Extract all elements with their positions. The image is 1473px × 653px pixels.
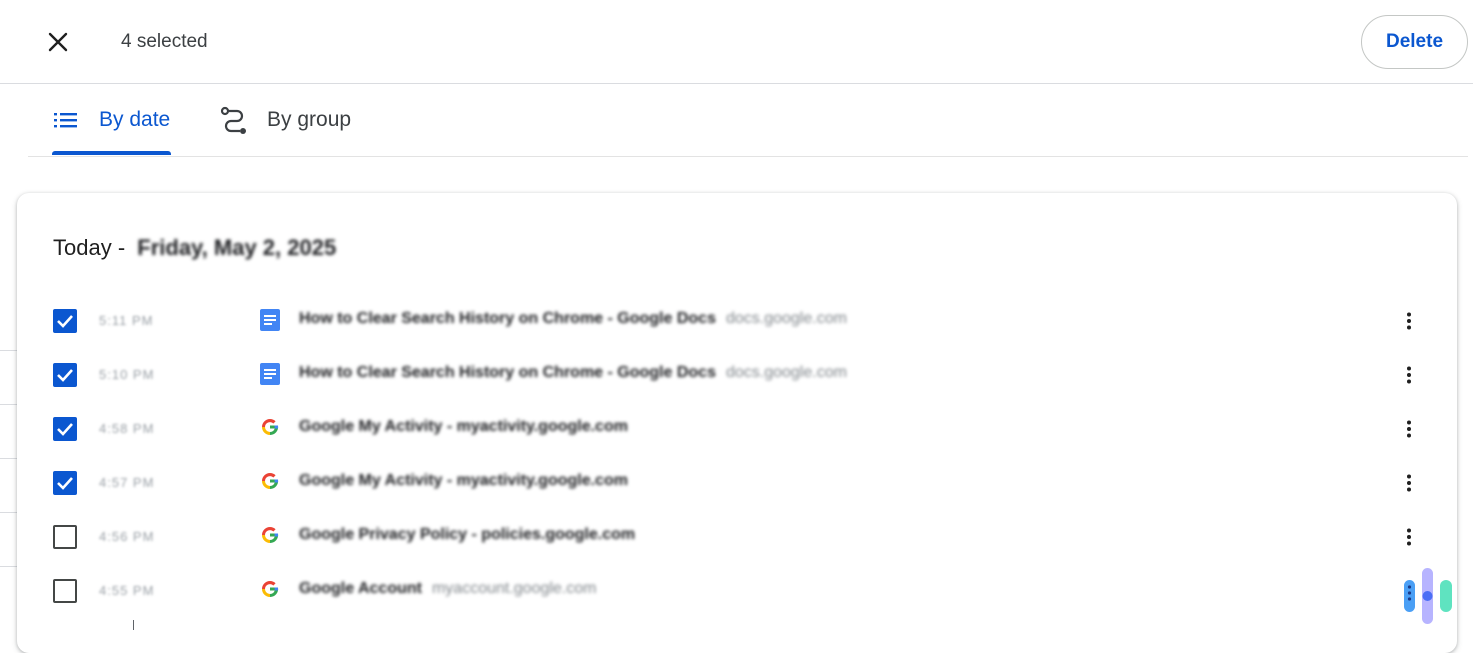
- history-row[interactable]: 4:57 PM Google My Activity - myactivity.g…: [17, 456, 1457, 510]
- row-checkbox[interactable]: [53, 309, 77, 333]
- history-entry-link[interactable]: Google Privacy Policy - policies.google.…: [299, 526, 645, 544]
- more-actions-button[interactable]: [1397, 415, 1421, 443]
- close-icon: [48, 32, 68, 52]
- entry-title: Google Privacy Policy - policies.google.…: [299, 526, 636, 543]
- more-vert-icon: [1407, 312, 1411, 330]
- list-icon: [52, 106, 80, 134]
- entry-title: Google My Activity - myactivity.google.c…: [299, 418, 628, 435]
- history-entry-link[interactable]: Google My Activity - myactivity.google.c…: [299, 472, 638, 490]
- tab-by-date-label: By date: [99, 108, 171, 131]
- day-heading-prefix: Today -: [53, 235, 132, 260]
- close-selection-button[interactable]: [38, 22, 78, 62]
- row-checkbox[interactable]: [53, 471, 77, 495]
- entry-title: Google My Activity - myactivity.google.c…: [299, 472, 628, 489]
- journeys-icon: [220, 106, 248, 134]
- tab-by-group-label: By group: [267, 108, 352, 131]
- visit-time: 4:57 PM: [99, 475, 155, 490]
- more-actions-button[interactable]: [1397, 523, 1421, 551]
- more-actions-button[interactable]: [1397, 361, 1421, 389]
- more-vert-icon: [1407, 366, 1411, 384]
- google-icon: [260, 471, 280, 493]
- visit-time: 4:55 PM: [99, 583, 155, 598]
- history-row[interactable]: 4:56 PM Google Privacy Policy - policies.…: [17, 510, 1457, 564]
- more-vert-icon: [1407, 528, 1411, 546]
- google-icon: [260, 525, 280, 547]
- entry-title: How to Clear Search History on Chrome - …: [299, 310, 716, 327]
- watermark-logo: [1404, 568, 1452, 624]
- entry-title: Google Account: [299, 580, 422, 597]
- selected-count: 4 selected: [121, 31, 208, 52]
- view-tabs: By date By group: [28, 84, 1468, 157]
- visit-time: 4:56 PM: [99, 529, 155, 544]
- tab-by-group[interactable]: By group: [220, 84, 351, 156]
- history-entry-link[interactable]: How to Clear Search History on Chrome - …: [299, 310, 847, 328]
- day-heading-date: Friday, May 2, 2025: [137, 235, 337, 260]
- entry-domain: myaccount.google.com: [431, 580, 597, 597]
- entry-domain: docs.google.com: [725, 364, 847, 381]
- entry-domain: docs.google.com: [725, 310, 847, 327]
- visit-time: 5:11 PM: [99, 313, 154, 328]
- more-actions-button[interactable]: [1397, 469, 1421, 497]
- history-entry-link[interactable]: How to Clear Search History on Chrome - …: [299, 364, 847, 382]
- day-heading: Today - Friday, May 2, 2025: [53, 235, 336, 261]
- row-checkbox[interactable]: [53, 579, 77, 603]
- entry-title: How to Clear Search History on Chrome - …: [299, 364, 716, 381]
- row-checkbox[interactable]: [53, 417, 77, 441]
- history-row[interactable]: 5:11 PM How to Clear Search History on Ch…: [17, 294, 1457, 348]
- google-docs-icon: [260, 309, 280, 331]
- scroll-marker: [133, 620, 134, 630]
- active-tab-indicator: [52, 151, 171, 155]
- history-row[interactable]: 5:10 PM How to Clear Search History on Ch…: [17, 348, 1457, 402]
- history-row[interactable]: 4:58 PM Google My Activity - myactivity.g…: [17, 402, 1457, 456]
- delete-button[interactable]: Delete: [1361, 15, 1468, 69]
- history-card: Today - Friday, May 2, 2025 5:11 PM How t…: [17, 193, 1457, 653]
- tab-by-date[interactable]: By date: [52, 84, 170, 156]
- more-vert-icon: [1407, 420, 1411, 438]
- history-row[interactable]: 4:55 PM Google Account myaccount.google.co…: [17, 564, 1457, 618]
- visit-time: 5:10 PM: [99, 367, 155, 382]
- history-entry-link[interactable]: Google Account myaccount.google.com: [299, 580, 597, 598]
- selection-toolbar: 4 selected Delete: [0, 0, 1473, 84]
- more-vert-icon: [1407, 474, 1411, 492]
- google-docs-icon: [260, 363, 280, 385]
- more-actions-button[interactable]: [1397, 307, 1421, 335]
- google-icon: [260, 579, 280, 601]
- row-checkbox[interactable]: [53, 363, 77, 387]
- row-checkbox[interactable]: [53, 525, 77, 549]
- visit-time: 4:58 PM: [99, 421, 155, 436]
- google-icon: [260, 417, 280, 439]
- history-entry-link[interactable]: Google My Activity - myactivity.google.c…: [299, 418, 638, 436]
